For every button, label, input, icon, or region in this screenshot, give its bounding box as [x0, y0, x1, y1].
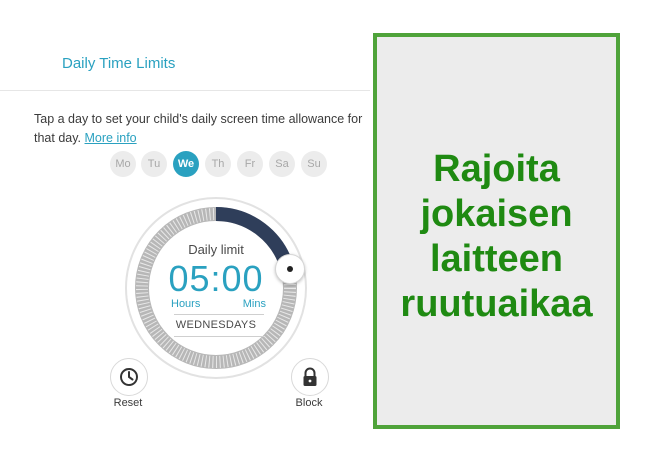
dial-handle[interactable] — [275, 254, 305, 284]
day-name-label: WEDNESDAYS — [175, 319, 257, 331]
promo-line-3: laitteen — [429, 238, 564, 280]
panel-title: Daily Time Limits — [62, 55, 176, 72]
day-saturday[interactable]: Sa — [269, 151, 295, 177]
day-name-bottom-divider — [174, 336, 264, 337]
day-thursday[interactable]: Th — [205, 151, 231, 177]
promo-line-2: jokaisen — [420, 193, 573, 235]
clock-icon — [120, 368, 138, 386]
day-friday[interactable]: Fr — [237, 151, 263, 177]
dial-readout: Daily limit 05:00 Hours Mins WEDNESDAYS — [124, 196, 308, 380]
promo-banner: Rajoita jokaisen laitteen ruutuaikaa — [373, 33, 620, 429]
block-label: Block — [295, 397, 323, 409]
reset-button[interactable] — [110, 358, 148, 396]
more-info-link[interactable]: More info — [85, 131, 137, 145]
hours-label: Hours — [171, 298, 201, 310]
description-text: Tap a day to set your child's daily scre… — [34, 112, 363, 145]
day-name-top-divider — [174, 314, 264, 315]
instructions-text: Tap a day to set your child's daily scre… — [34, 110, 364, 148]
promo-text: Rajoita jokaisen laitteen ruutuaikaa — [377, 147, 616, 327]
reset-label: Reset — [113, 397, 143, 409]
day-wednesday[interactable]: We — [173, 151, 199, 177]
block-button[interactable] — [291, 358, 329, 396]
daily-limit-label: Daily limit — [188, 242, 244, 257]
day-sunday[interactable]: Su — [301, 151, 327, 177]
promo-line-1: Rajoita — [433, 148, 560, 190]
day-monday[interactable]: Mo — [110, 151, 136, 177]
promo-line-4: ruutuaikaa — [400, 283, 593, 325]
lock-icon — [303, 367, 317, 386]
mins-label: Mins — [242, 298, 266, 310]
header-divider — [0, 90, 370, 91]
day-tuesday[interactable]: Tu — [141, 151, 167, 177]
